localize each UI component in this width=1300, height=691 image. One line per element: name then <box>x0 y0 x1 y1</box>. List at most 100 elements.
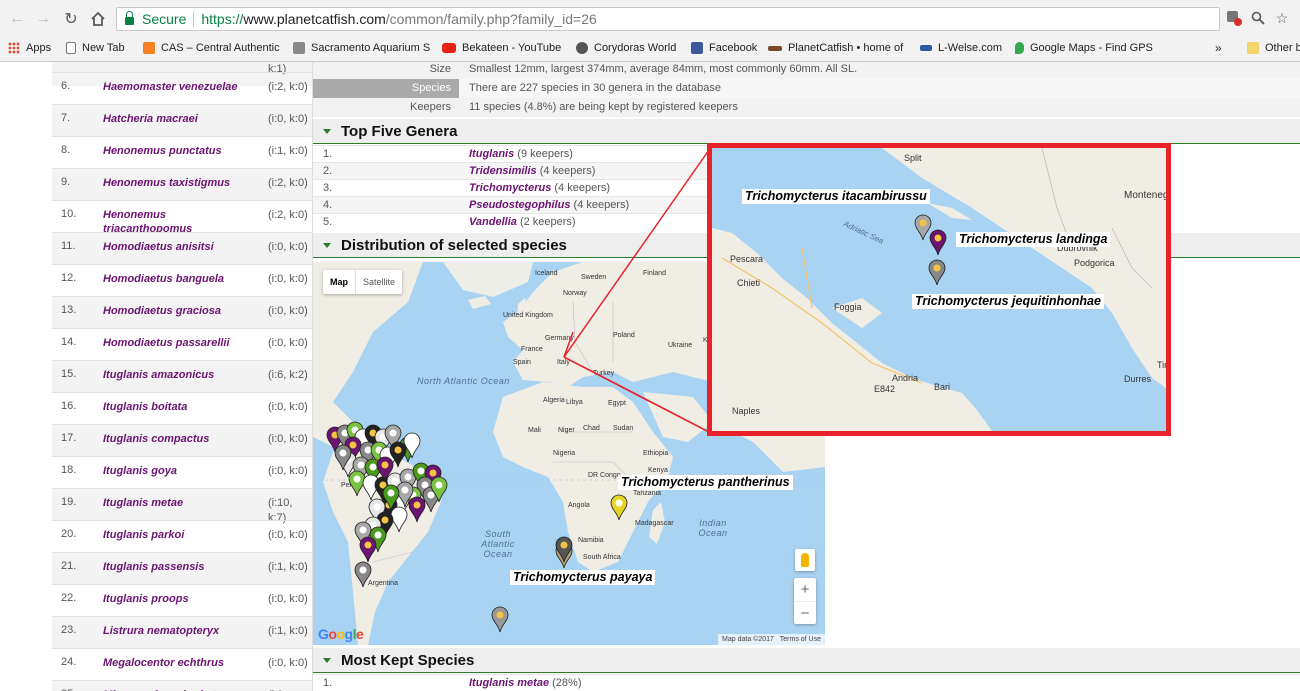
browser-chrome: ← → ↻ Secure https://www.planetcatfish.c… <box>0 0 1300 62</box>
species-link[interactable]: Ituglanis proops <box>103 592 251 606</box>
section-most-kept[interactable]: Most Kept Species <box>313 648 1300 673</box>
species-link[interactable]: Ituglanis passensis <box>103 560 251 574</box>
aquarium-icon <box>293 42 305 54</box>
zoom-inset-map: SplitMontenegroDubrovnikPodgoricaPescara… <box>707 143 1171 436</box>
map-pin-icon[interactable] <box>408 496 426 523</box>
species-link[interactable]: Ituglanis parkoi <box>103 528 251 542</box>
home-icon[interactable] <box>87 8 109 30</box>
zoom-in-button[interactable]: + <box>794 578 816 601</box>
genus-link[interactable]: Trichomycterus <box>469 182 551 194</box>
species-link[interactable]: Ituglanis metae <box>103 496 251 510</box>
species-link[interactable]: Ituglanis compactus <box>103 432 251 446</box>
species-link[interactable]: Megalocentor echthrus <box>103 656 251 670</box>
species-row: 13. Homodiaetus graciosa (i:0, k:0) <box>52 296 312 328</box>
bookmark-google-maps[interactable]: Google Maps - Find GPS <box>1015 40 1153 56</box>
forward-icon[interactable]: → <box>32 8 54 30</box>
species-link[interactable]: Ituglanis amazonicus <box>103 368 251 382</box>
species-row: 25.Microcambeva barbata(i:0, <box>52 680 312 691</box>
map-pin-icon[interactable] <box>354 561 372 588</box>
species-row: 23. Listrura nematopteryx (i:1, k:0) <box>52 616 312 648</box>
species-row: 6. Haemomaster venezuelae (i:2, k:0) <box>52 72 312 104</box>
species-link[interactable]: Hatcheria macraei <box>103 112 251 126</box>
url-path: /common/family.php?family_id=26 <box>385 11 597 27</box>
species-row: 8. Henonemus punctatus (i:1, k:0) <box>52 136 312 168</box>
collapse-icon[interactable] <box>323 129 331 134</box>
species-link[interactable]: Haemomaster venezuelae <box>103 80 251 94</box>
species-link[interactable]: Henonemus punctatus <box>103 144 251 158</box>
species-row: 21. Ituglanis passensis (i:1, k:0) <box>52 552 312 584</box>
map-pin-icon[interactable] <box>929 229 947 256</box>
star-icon[interactable]: ☆ <box>1272 8 1292 28</box>
species-link[interactable]: Homodiaetus passarellii <box>103 336 251 350</box>
species-row: 7. Hatcheria macraei (i:0, k:0) <box>52 104 312 136</box>
reload-icon[interactable]: ↻ <box>60 8 82 30</box>
back-icon[interactable]: ← <box>6 8 28 30</box>
url-scheme: https:// <box>201 11 244 27</box>
section-top-genera[interactable]: Top Five Genera <box>313 119 1300 144</box>
more-bookmarks-button[interactable]: » <box>1215 40 1222 56</box>
collapse-icon[interactable] <box>323 243 331 248</box>
bookmark-new-tab[interactable]: New Tab <box>66 40 125 56</box>
map-pin-icon[interactable] <box>914 214 932 241</box>
lwelse-icon <box>920 45 932 51</box>
bookmark-lwelse[interactable]: L-Welse.com <box>920 40 1002 56</box>
bookmark-apps[interactable]: Apps <box>8 40 51 56</box>
terms-link[interactable]: Terms of Use <box>780 636 821 643</box>
lock-icon <box>125 11 134 25</box>
species-row: 18. Ituglanis goya (i:0, k:0) <box>52 456 312 488</box>
genus-row: 4. Pseudostegophilus (4 keepers) <box>313 196 713 213</box>
section-title: Top Five Genera <box>341 123 458 140</box>
zoom-icon[interactable] <box>1248 8 1268 28</box>
genus-link[interactable]: Vandellia <box>469 216 517 228</box>
bookmark-corydoras[interactable]: Corydoras World <box>576 40 676 56</box>
genus-link[interactable]: Tridensimilis <box>469 165 537 177</box>
map-pin-icon[interactable] <box>928 259 946 286</box>
species-row: 9. Henonemus taxistigmus (i:2, k:0) <box>52 168 312 200</box>
bookmark-youtube[interactable]: Bekateen - YouTube <box>442 40 561 56</box>
genus-row: 1. Ituglanis (9 keepers) <box>313 145 713 162</box>
map-pin-icon[interactable] <box>491 606 509 633</box>
fish-icon <box>576 42 588 54</box>
map-pin-icon[interactable] <box>610 494 628 521</box>
species-link[interactable]: Listrura nematopteryx <box>103 624 251 638</box>
zoom-out-button[interactable]: − <box>794 601 816 624</box>
species-link[interactable]: Henonemus taxistigmus <box>103 176 251 190</box>
species-link[interactable]: Homodiaetus anisitsi <box>103 240 251 254</box>
address-row: ← → ↻ Secure https://www.planetcatfish.c… <box>0 5 1300 33</box>
genus-row: 2. Tridensimilis (4 keepers) <box>313 162 713 179</box>
page-icon <box>66 42 76 54</box>
apps-icon <box>8 42 20 54</box>
other-bookmarks[interactable]: Other b <box>1247 40 1300 56</box>
genus-row: 5. Vandellia (2 keepers) <box>313 213 713 230</box>
species-row: 19. Ituglanis metae (i:10, k:7) <box>52 488 312 524</box>
map-pin-icon[interactable] <box>348 470 366 497</box>
genus-link[interactable]: Ituglanis <box>469 148 514 160</box>
street-view-pegman[interactable] <box>795 549 815 571</box>
stat-row-species: Species There are 227 species in 30 gene… <box>313 79 1300 98</box>
translate-icon[interactable] <box>1224 8 1244 28</box>
map-pin-icon[interactable] <box>359 536 377 563</box>
species-link[interactable]: Homodiaetus graciosa <box>103 304 251 318</box>
map-pin-icon[interactable] <box>555 536 573 563</box>
map-attribution: Map data ©2017 Terms of Use <box>718 634 825 645</box>
secure-indicator[interactable]: Secure <box>117 11 186 27</box>
bookmark-planetcatfish[interactable]: PlanetCatfish • home of <box>768 40 903 56</box>
bookmark-cas[interactable]: CAS – Central Authentic <box>143 40 280 56</box>
collapse-icon[interactable] <box>323 658 331 663</box>
species-row: 22. Ituglanis proops (i:0, k:0) <box>52 584 312 616</box>
bookmark-sacramento[interactable]: Sacramento Aquarium S <box>293 40 430 56</box>
genus-link[interactable]: Pseudostegophilus <box>469 199 570 211</box>
species-link[interactable]: Ituglanis goya <box>103 464 251 478</box>
address-bar[interactable]: Secure https://www.planetcatfish.com/com… <box>116 7 1220 31</box>
annotation-itacambirussu: Trichomycterus itacambirussu <box>742 189 930 204</box>
species-row: 14. Homodiaetus passarellii (i:0, k:0) <box>52 328 312 360</box>
species-link[interactable]: Ituglanis metae <box>469 677 549 689</box>
genus-row: 3. Trichomycterus (4 keepers) <box>313 179 713 196</box>
annotation-pantherinus: Trichomycterus pantherinus <box>618 475 793 490</box>
facebook-icon <box>691 42 703 54</box>
species-link[interactable]: Ituglanis boitata <box>103 400 251 414</box>
species-row: 24. Megalocentor echthrus (i:0, k:0) <box>52 648 312 680</box>
bookmark-facebook[interactable]: Facebook <box>691 40 757 56</box>
species-link[interactable]: Homodiaetus banguela <box>103 272 251 286</box>
map-pin-icon[interactable] <box>390 506 408 533</box>
